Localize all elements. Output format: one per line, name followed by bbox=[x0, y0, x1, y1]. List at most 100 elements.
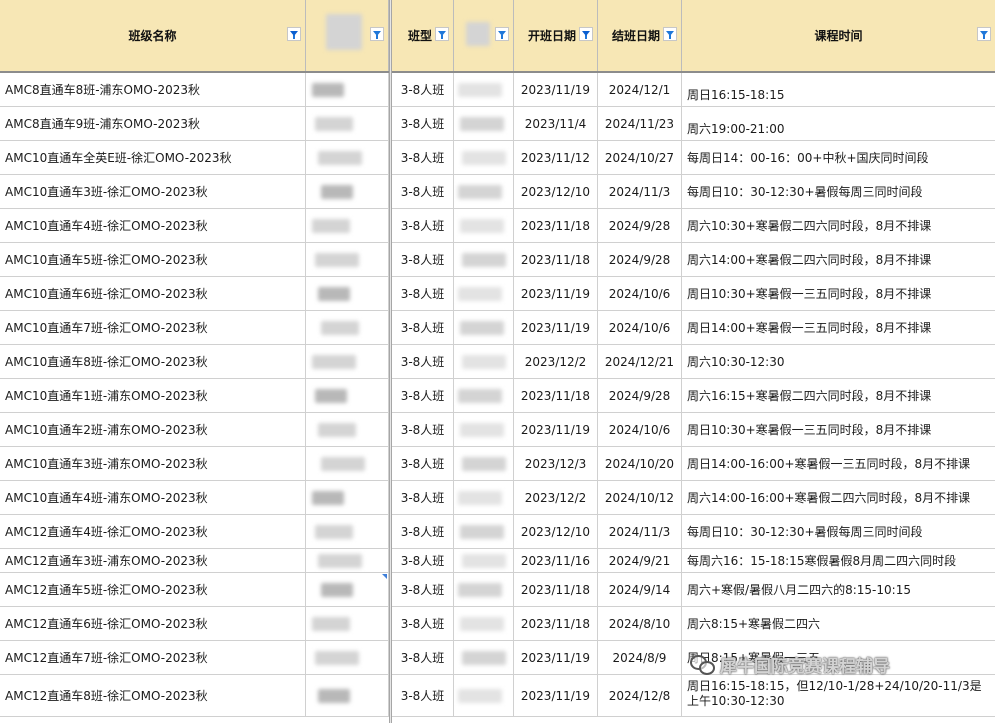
table-row[interactable]: AMC10直通车5班-徐汇OMO-2023秋 3-8人班 2023/11/18 202… bbox=[0, 243, 995, 277]
cell-blurred[interactable] bbox=[306, 311, 389, 344]
cell-end-date[interactable]: 2024/10/6 bbox=[598, 277, 682, 310]
cell-class-type[interactable]: 3-8人班 bbox=[392, 107, 454, 140]
cell-class-type[interactable]: 3-8人班 bbox=[392, 573, 454, 606]
cell-start-date[interactable]: 2023/12/3 bbox=[514, 447, 598, 480]
cell-class-name[interactable]: AMC10直通车5班-徐汇OMO-2023秋 bbox=[0, 243, 306, 276]
cell-blurred[interactable] bbox=[306, 413, 389, 446]
filter-icon[interactable] bbox=[579, 27, 593, 41]
cell-class-name[interactable]: AMC10直通车7班-徐汇OMO-2023秋 bbox=[0, 311, 306, 344]
cell-start-date[interactable]: 2023/11/19 bbox=[514, 311, 598, 344]
cell-start-date[interactable]: 2023/11/19 bbox=[514, 641, 598, 674]
cell-course-time[interactable]: 周六16:15+寒暑假二四六同时段，8月不排课 bbox=[682, 379, 995, 412]
table-row[interactable]: AMC8直通车8班-浦东OMO-2023秋 3-8人班 2023/11/19 2024… bbox=[0, 73, 995, 107]
header-course-time[interactable]: 课程时间 bbox=[682, 0, 995, 71]
table-row[interactable]: AMC12直通车3班-浦东OMO-2023秋 3-8人班 2023/11/16 202… bbox=[0, 549, 995, 573]
table-row[interactable]: AMC10直通车4班-徐汇OMO-2023秋 3-8人班 2023/11/18 202… bbox=[0, 209, 995, 243]
cell-class-name[interactable]: AMC12直通车6班-徐汇OMO-2023秋 bbox=[0, 607, 306, 640]
table-row[interactable]: AMC12直通车8班-徐汇OMO-2023秋 3-8人班 2023/11/19 202… bbox=[0, 675, 995, 717]
cell-end-date[interactable]: 2024/8/9 bbox=[598, 641, 682, 674]
cell-blurred[interactable] bbox=[306, 277, 389, 310]
cell-class-name[interactable]: AMC10直通车2班-浦东OMO-2023秋 bbox=[0, 413, 306, 446]
table-row[interactable]: AMC12直通车4班-徐汇OMO-2023秋 3-8人班 2023/12/10 202… bbox=[0, 515, 995, 549]
cell-course-time[interactable]: 周日16:15-18:15 bbox=[682, 73, 995, 106]
cell-end-date[interactable]: 2024/8/10 bbox=[598, 607, 682, 640]
cell-start-date[interactable]: 2023/12/10 bbox=[514, 515, 598, 548]
cell-start-date[interactable]: 2023/11/19 bbox=[514, 277, 598, 310]
cell-course-time[interactable]: 周日16:15-18:15，但12/10-1/28+24/10/20-11/3是… bbox=[682, 675, 995, 716]
cell-start-date[interactable]: 2023/12/2 bbox=[514, 345, 598, 378]
cell-blurred[interactable] bbox=[306, 675, 389, 716]
cell-start-date[interactable]: 2023/11/18 bbox=[514, 379, 598, 412]
cell-class-name[interactable]: AMC8直通车8班-浦东OMO-2023秋 bbox=[0, 73, 306, 106]
cell-blurred[interactable] bbox=[306, 141, 389, 174]
cell-class-name[interactable]: AMC10直通车1班-浦东OMO-2023秋 bbox=[0, 379, 306, 412]
table-row[interactable]: AMC12直通车6班-徐汇OMO-2023秋 3-8人班 2023/11/18 202… bbox=[0, 607, 995, 641]
cell-blurred[interactable] bbox=[306, 175, 389, 208]
cell-blurred[interactable] bbox=[454, 413, 514, 446]
frozen-pane-divider[interactable] bbox=[389, 0, 392, 723]
cell-blurred[interactable] bbox=[454, 209, 514, 242]
cell-blurred[interactable] bbox=[454, 481, 514, 514]
cell-class-type[interactable]: 3-8人班 bbox=[392, 549, 454, 572]
cell-blurred[interactable] bbox=[306, 107, 389, 140]
cell-blurred[interactable] bbox=[454, 73, 514, 106]
cell-course-time[interactable]: 每周日10：30-12:30+暑假每周三同时间段 bbox=[682, 175, 995, 208]
cell-end-date[interactable]: 2024/12/1 bbox=[598, 73, 682, 106]
cell-blurred[interactable] bbox=[454, 675, 514, 716]
cell-course-time[interactable]: 周日10:30+寒暑假一三五同时段，8月不排课 bbox=[682, 413, 995, 446]
cell-class-type[interactable]: 3-8人班 bbox=[392, 73, 454, 106]
filter-icon[interactable] bbox=[287, 27, 301, 41]
cell-class-name[interactable]: AMC10直通车4班-浦东OMO-2023秋 bbox=[0, 481, 306, 514]
cell-class-name[interactable]: AMC10直通车4班-徐汇OMO-2023秋 bbox=[0, 209, 306, 242]
cell-course-time[interactable]: 每周日14：00-16：00+中秋+国庆同时间段 bbox=[682, 141, 995, 174]
cell-end-date[interactable]: 2024/10/6 bbox=[598, 311, 682, 344]
cell-blurred[interactable] bbox=[454, 515, 514, 548]
table-row[interactable]: AMC10直通车全英E班-徐汇OMO-2023秋 3-8人班 2023/11/12 2… bbox=[0, 141, 995, 175]
cell-class-name[interactable]: AMC8直通车9班-浦东OMO-2023秋 bbox=[0, 107, 306, 140]
cell-end-date[interactable]: 2024/10/20 bbox=[598, 447, 682, 480]
cell-start-date[interactable]: 2023/12/2 bbox=[514, 481, 598, 514]
cell-start-date[interactable]: 2023/11/19 bbox=[514, 675, 598, 716]
cell-blurred[interactable] bbox=[306, 641, 389, 674]
cell-start-date[interactable]: 2023/11/18 bbox=[514, 209, 598, 242]
table-row[interactable]: AMC10直通车6班-徐汇OMO-2023秋 3-8人班 2023/11/19 202… bbox=[0, 277, 995, 311]
cell-course-time[interactable]: 周六14:00+寒暑假二四六同时段，8月不排课 bbox=[682, 243, 995, 276]
cell-end-date[interactable]: 2024/9/28 bbox=[598, 379, 682, 412]
table-row[interactable]: AMC12直通车5班-徐汇OMO-2023秋 3-8人班 2023/11/18 202… bbox=[0, 573, 995, 607]
cell-class-type[interactable]: 3-8人班 bbox=[392, 311, 454, 344]
cell-end-date[interactable]: 2024/10/12 bbox=[598, 481, 682, 514]
cell-course-time[interactable]: 每周六16：15-18:15寒假暑假8月周二四六同时段 bbox=[682, 549, 995, 572]
header-class-type[interactable]: 班型 bbox=[392, 0, 454, 71]
cell-class-type[interactable]: 3-8人班 bbox=[392, 141, 454, 174]
cell-start-date[interactable]: 2023/12/10 bbox=[514, 175, 598, 208]
filter-icon[interactable] bbox=[495, 27, 509, 41]
cell-class-name[interactable]: AMC10直通车3班-徐汇OMO-2023秋 bbox=[0, 175, 306, 208]
cell-course-time[interactable]: 周六14:00-16:00+寒暑假二四六同时段，8月不排课 bbox=[682, 481, 995, 514]
cell-class-type[interactable]: 3-8人班 bbox=[392, 277, 454, 310]
cell-blurred[interactable] bbox=[454, 311, 514, 344]
table-row[interactable]: AMC10直通车4班-浦东OMO-2023秋 3-8人班 2023/12/2 2024… bbox=[0, 481, 995, 515]
cell-course-time[interactable]: 周日14:00+寒暑假一三五同时段，8月不排课 bbox=[682, 311, 995, 344]
cell-start-date[interactable]: 2023/11/4 bbox=[514, 107, 598, 140]
filter-icon[interactable] bbox=[977, 27, 991, 41]
cell-end-date[interactable]: 2024/11/23 bbox=[598, 107, 682, 140]
cell-class-name[interactable]: AMC10直通车3班-浦东OMO-2023秋 bbox=[0, 447, 306, 480]
filter-icon[interactable] bbox=[435, 27, 449, 41]
cell-end-date[interactable]: 2024/12/8 bbox=[598, 675, 682, 716]
table-row[interactable]: AMC10直通车7班-徐汇OMO-2023秋 3-8人班 2023/11/19 202… bbox=[0, 311, 995, 345]
cell-end-date[interactable]: 2024/9/28 bbox=[598, 209, 682, 242]
cell-class-type[interactable]: 3-8人班 bbox=[392, 607, 454, 640]
cell-blurred[interactable] bbox=[454, 243, 514, 276]
cell-blurred[interactable] bbox=[454, 641, 514, 674]
cell-course-time[interactable]: 周六10:30+寒暑假二四六同时段，8月不排课 bbox=[682, 209, 995, 242]
table-row[interactable]: AMC10直通车3班-浦东OMO-2023秋 3-8人班 2023/12/3 2024… bbox=[0, 447, 995, 481]
cell-start-date[interactable]: 2023/11/12 bbox=[514, 141, 598, 174]
table-row[interactable]: AMC10直通车8班-徐汇OMO-2023秋 3-8人班 2023/12/2 2024… bbox=[0, 345, 995, 379]
cell-blurred[interactable] bbox=[306, 447, 389, 480]
cell-end-date[interactable]: 2024/9/28 bbox=[598, 243, 682, 276]
header-start-date[interactable]: 开班日期 bbox=[514, 0, 598, 71]
cell-blurred[interactable] bbox=[306, 379, 389, 412]
cell-blurred[interactable] bbox=[306, 345, 389, 378]
cell-blurred[interactable] bbox=[454, 277, 514, 310]
header-blurred-1[interactable] bbox=[306, 0, 389, 71]
